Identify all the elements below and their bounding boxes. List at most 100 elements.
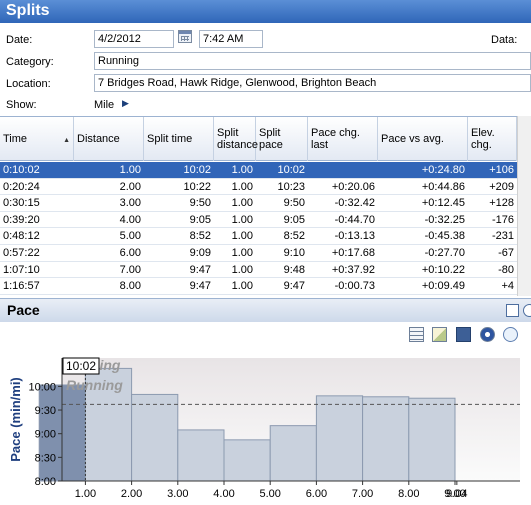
- table-cell: +0:10.22: [421, 263, 465, 276]
- pace-bar: [408, 397, 456, 482]
- table-cell: 3.00: [119, 197, 141, 210]
- pace-chart-svg: JoggingRunning10:028:008:309:009:3010:00…: [8, 357, 520, 500]
- table-cell: 9:48: [283, 263, 305, 276]
- table-cell: 1.00: [231, 230, 253, 243]
- column-header-label: Pace vs avg.: [381, 133, 444, 145]
- table-cell: 0:20:24: [3, 180, 40, 193]
- layout-icon[interactable]: [506, 304, 519, 317]
- column-header-split-pace[interactable]: Split pace: [256, 117, 308, 161]
- location-field[interactable]: 7 Bridges Road, Hawk Ridge, Glenwood, Br…: [94, 74, 531, 92]
- column-header-pace-chg-last[interactable]: Pace chg. last: [308, 117, 378, 161]
- table-cell: 1:07:10: [3, 263, 40, 276]
- table-cell: +0:37.92: [331, 263, 375, 276]
- table-row[interactable]: 0:48:12 5.00 8:52 1.00 8:52 -0:13.13 -0:45.38 -…: [0, 228, 517, 245]
- column-header-distance[interactable]: Distance: [74, 117, 144, 161]
- table-row[interactable]: 1:07:10 7.00 9:47 1.00 9:48 +0:37.92 +0:10.22 -…: [0, 262, 517, 279]
- column-header-label: Split distance: [217, 127, 258, 151]
- table-cell: 7.00: [119, 263, 141, 276]
- pane-title: Pace: [7, 302, 40, 318]
- table-cell: +209: [489, 180, 514, 193]
- table-scrollbar[interactable]: [517, 116, 531, 296]
- time-field[interactable]: 7:42 AM: [199, 30, 263, 48]
- table-cell: +0:20.06: [331, 180, 375, 193]
- table-cell: -0:44.70: [334, 213, 375, 226]
- zoom-icon[interactable]: [503, 327, 518, 342]
- lines-icon[interactable]: [409, 327, 424, 342]
- table-cell: 1.00: [119, 164, 141, 176]
- column-header-label: Elev. chg.: [471, 127, 495, 151]
- table-cell: 8:52: [283, 230, 305, 243]
- table-row[interactable]: 0:57:22 6.00 9:09 1.00 9:10 +0:17.68 -0:27.70 -…: [0, 245, 517, 262]
- category-label: Category:: [6, 56, 54, 68]
- show-unit-selector[interactable]: Mile: [94, 99, 114, 111]
- table-cell: 5.00: [119, 230, 141, 243]
- column-header-label: Distance: [77, 133, 120, 145]
- y-axis-title: Pace (min/mi): [8, 377, 23, 462]
- pace-bar: [177, 429, 225, 482]
- table-cell: 6.00: [119, 247, 141, 259]
- table-cell: -0:27.70: [424, 247, 465, 259]
- table-cell: 0:48:12: [3, 230, 40, 243]
- table-cell: +0:09.49: [421, 280, 465, 293]
- y-tick-label: 9:30: [35, 405, 56, 417]
- table-cell: +4: [501, 280, 514, 293]
- expand-arrow-icon[interactable]: ▶: [122, 98, 129, 109]
- column-header-split-time[interactable]: Split time: [144, 117, 214, 161]
- x-tick-label: 2.00: [121, 488, 142, 500]
- table-cell: -80: [498, 263, 514, 276]
- column-header-split-distance[interactable]: Split distance: [214, 117, 258, 161]
- column-header-elev-chg[interactable]: Elev. chg.: [468, 117, 517, 161]
- table-cell: 8.00: [119, 280, 141, 293]
- table-cell: 9:05: [189, 213, 211, 226]
- x-tick-label: 8.00: [398, 488, 419, 500]
- pace-bar: [223, 439, 271, 482]
- category-field[interactable]: Running: [94, 52, 531, 70]
- pace-chart: JoggingRunning10:028:008:309:009:3010:00…: [0, 348, 531, 502]
- table-cell: 0:39:20: [3, 213, 40, 226]
- table-cell: 1.00: [231, 164, 253, 176]
- table-cell: 10:22: [183, 180, 211, 193]
- column-header-pace-vs-avg[interactable]: Pace vs avg.: [378, 117, 468, 161]
- calendar-icon[interactable]: [178, 30, 192, 43]
- table-cell: -231: [491, 230, 514, 243]
- table-cell: 9:09: [189, 247, 211, 259]
- x-tick-label: 5.00: [259, 488, 280, 500]
- table-row[interactable]: 0:39:20 4.00 9:05 1.00 9:05 -0:44.70 -0:32.25 -…: [0, 212, 517, 229]
- table-cell: +0:17.68: [331, 247, 375, 259]
- column-header-label: Time: [3, 133, 28, 145]
- x-tick-label: 4.00: [213, 488, 234, 500]
- column-header-label: Split time: [147, 133, 193, 145]
- table-cell: +0:24.80: [421, 164, 465, 176]
- y-tick-label: 9:00: [35, 429, 56, 441]
- table-cell: 1.00: [231, 197, 253, 210]
- options-icon[interactable]: [523, 304, 531, 317]
- chart-toolbar: [0, 322, 531, 348]
- table-row[interactable]: 0:10:02 1.00 10:02 1.00 10:02 +0:24.80 +106: [0, 162, 517, 179]
- cursor-tooltip-label: 10:02: [66, 359, 96, 373]
- pace-pane-header: Pace: [0, 298, 531, 322]
- table-cell: 10:23: [277, 180, 305, 193]
- x-tick-label: 7.00: [352, 488, 373, 500]
- date-field[interactable]: 4/2/2012: [94, 30, 174, 48]
- date-label: Date:: [6, 34, 33, 46]
- table-cell: 0:30:15: [3, 197, 40, 210]
- table-cell: 0:57:22: [3, 247, 40, 259]
- table-cell: 9:47: [189, 263, 211, 276]
- table-row[interactable]: 1:16:57 8.00 9:47 1.00 9:47 -0:00.73 +0:09.49 +…: [0, 278, 517, 295]
- chart-image-icon[interactable]: [432, 327, 447, 342]
- table-cell: 9:47: [283, 280, 305, 293]
- table-cell: 4.00: [119, 213, 141, 226]
- data-label: Data:: [491, 34, 518, 46]
- x-tick-label: 9.04: [446, 488, 467, 500]
- table-cell: -0:00.73: [334, 280, 375, 293]
- save-icon[interactable]: [456, 327, 471, 342]
- table-cell: 1.00: [231, 180, 253, 193]
- x-tick-label: 1.00: [75, 488, 96, 500]
- pace-bar: [315, 395, 364, 482]
- column-header-time[interactable]: Time ▲: [0, 117, 74, 161]
- options-gear-icon[interactable]: [480, 327, 495, 342]
- splits-table: Time ▲ Distance Split time Split distanc…: [0, 116, 517, 296]
- table-cell: -0:32.42: [334, 197, 375, 210]
- table-row[interactable]: 0:20:24 2.00 10:22 1.00 10:23 +0:20.06 +0:44.8…: [0, 179, 517, 196]
- table-row[interactable]: 0:30:15 3.00 9:50 1.00 9:50 -0:32.42 +0:12.45 +…: [0, 195, 517, 212]
